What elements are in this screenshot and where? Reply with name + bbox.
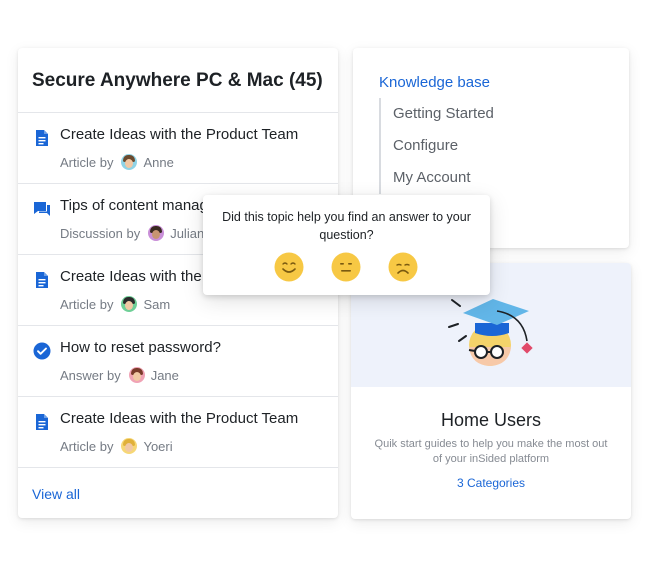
kb-item-configure[interactable]: Configure: [393, 130, 494, 162]
knowledge-base-link[interactable]: Knowledge base: [379, 74, 490, 91]
home-users-description: Quik start guides to help you make the m…: [374, 438, 608, 465]
kb-item-getting-started[interactable]: Getting Started: [393, 98, 494, 130]
author-name[interactable]: Anne: [143, 155, 173, 170]
article-icon: [33, 271, 51, 289]
topic-meta: Discussion by Julian: [60, 225, 204, 241]
feedback-question: Did this topic help you find an answer t…: [222, 210, 471, 242]
answered-check-icon: [33, 342, 51, 360]
topic-title[interactable]: Create Ideas with the Product Team: [60, 410, 298, 427]
happy-emoji-icon[interactable]: [274, 252, 304, 282]
home-users-title: Home Users: [440, 410, 542, 430]
avatar: [121, 438, 138, 454]
avatar: [121, 154, 138, 170]
topic-title[interactable]: How to reset password?: [60, 339, 221, 356]
topic-type-label: Article by: [60, 154, 114, 170]
neutral-emoji-icon[interactable]: [331, 252, 361, 282]
topic-title[interactable]: Create Ideas with the Product Team: [60, 126, 298, 143]
topic-title[interactable]: Create Ideas with the P: [60, 268, 216, 285]
categories-link[interactable]: 3 Categories: [351, 476, 631, 490]
topic-type-label: Article by: [60, 296, 114, 312]
author-name[interactable]: Sam: [143, 297, 170, 312]
kb-item-my-account[interactable]: My Account: [393, 162, 494, 194]
view-all-link[interactable]: View all: [32, 486, 80, 502]
topic-row[interactable]: Create Ideas with the Product Team Artic…: [18, 396, 338, 468]
topic-type-label: Article by: [60, 438, 114, 454]
topic-meta: Article by Yoeri: [60, 438, 173, 454]
topic-row[interactable]: Create Ideas with the Product Team Artic…: [18, 112, 338, 184]
author-name[interactable]: Yoeri: [143, 439, 172, 454]
knowledge-base-nav: Getting Started Configure My Account: [379, 98, 494, 194]
topic-meta: Answer by Jane: [60, 367, 179, 383]
topic-type-label: Discussion by: [60, 225, 141, 241]
topic-row[interactable]: How to reset password? Answer by Jane: [18, 325, 338, 397]
avatar: [148, 225, 165, 241]
article-icon: [33, 413, 51, 431]
author-name[interactable]: Jane: [151, 368, 179, 383]
divider: [18, 467, 338, 468]
topic-title[interactable]: Tips of content manag: [60, 197, 208, 214]
discussion-icon: [33, 200, 51, 218]
home-users-card[interactable]: Home Users Quik start guides to help you…: [351, 263, 631, 519]
feedback-popup: Did this topic help you find an answer t…: [203, 195, 490, 295]
avatar: [128, 367, 145, 383]
article-icon: [33, 129, 51, 147]
category-title: Secure Anywhere PC & Mac (45): [32, 70, 323, 91]
author-name[interactable]: Julian: [170, 226, 204, 241]
sad-emoji-icon[interactable]: [388, 252, 418, 282]
avatar: [121, 296, 138, 312]
topic-meta: Article by Sam: [60, 296, 170, 312]
topic-type-label: Answer by: [60, 367, 121, 383]
topic-meta: Article by Anne: [60, 154, 174, 170]
